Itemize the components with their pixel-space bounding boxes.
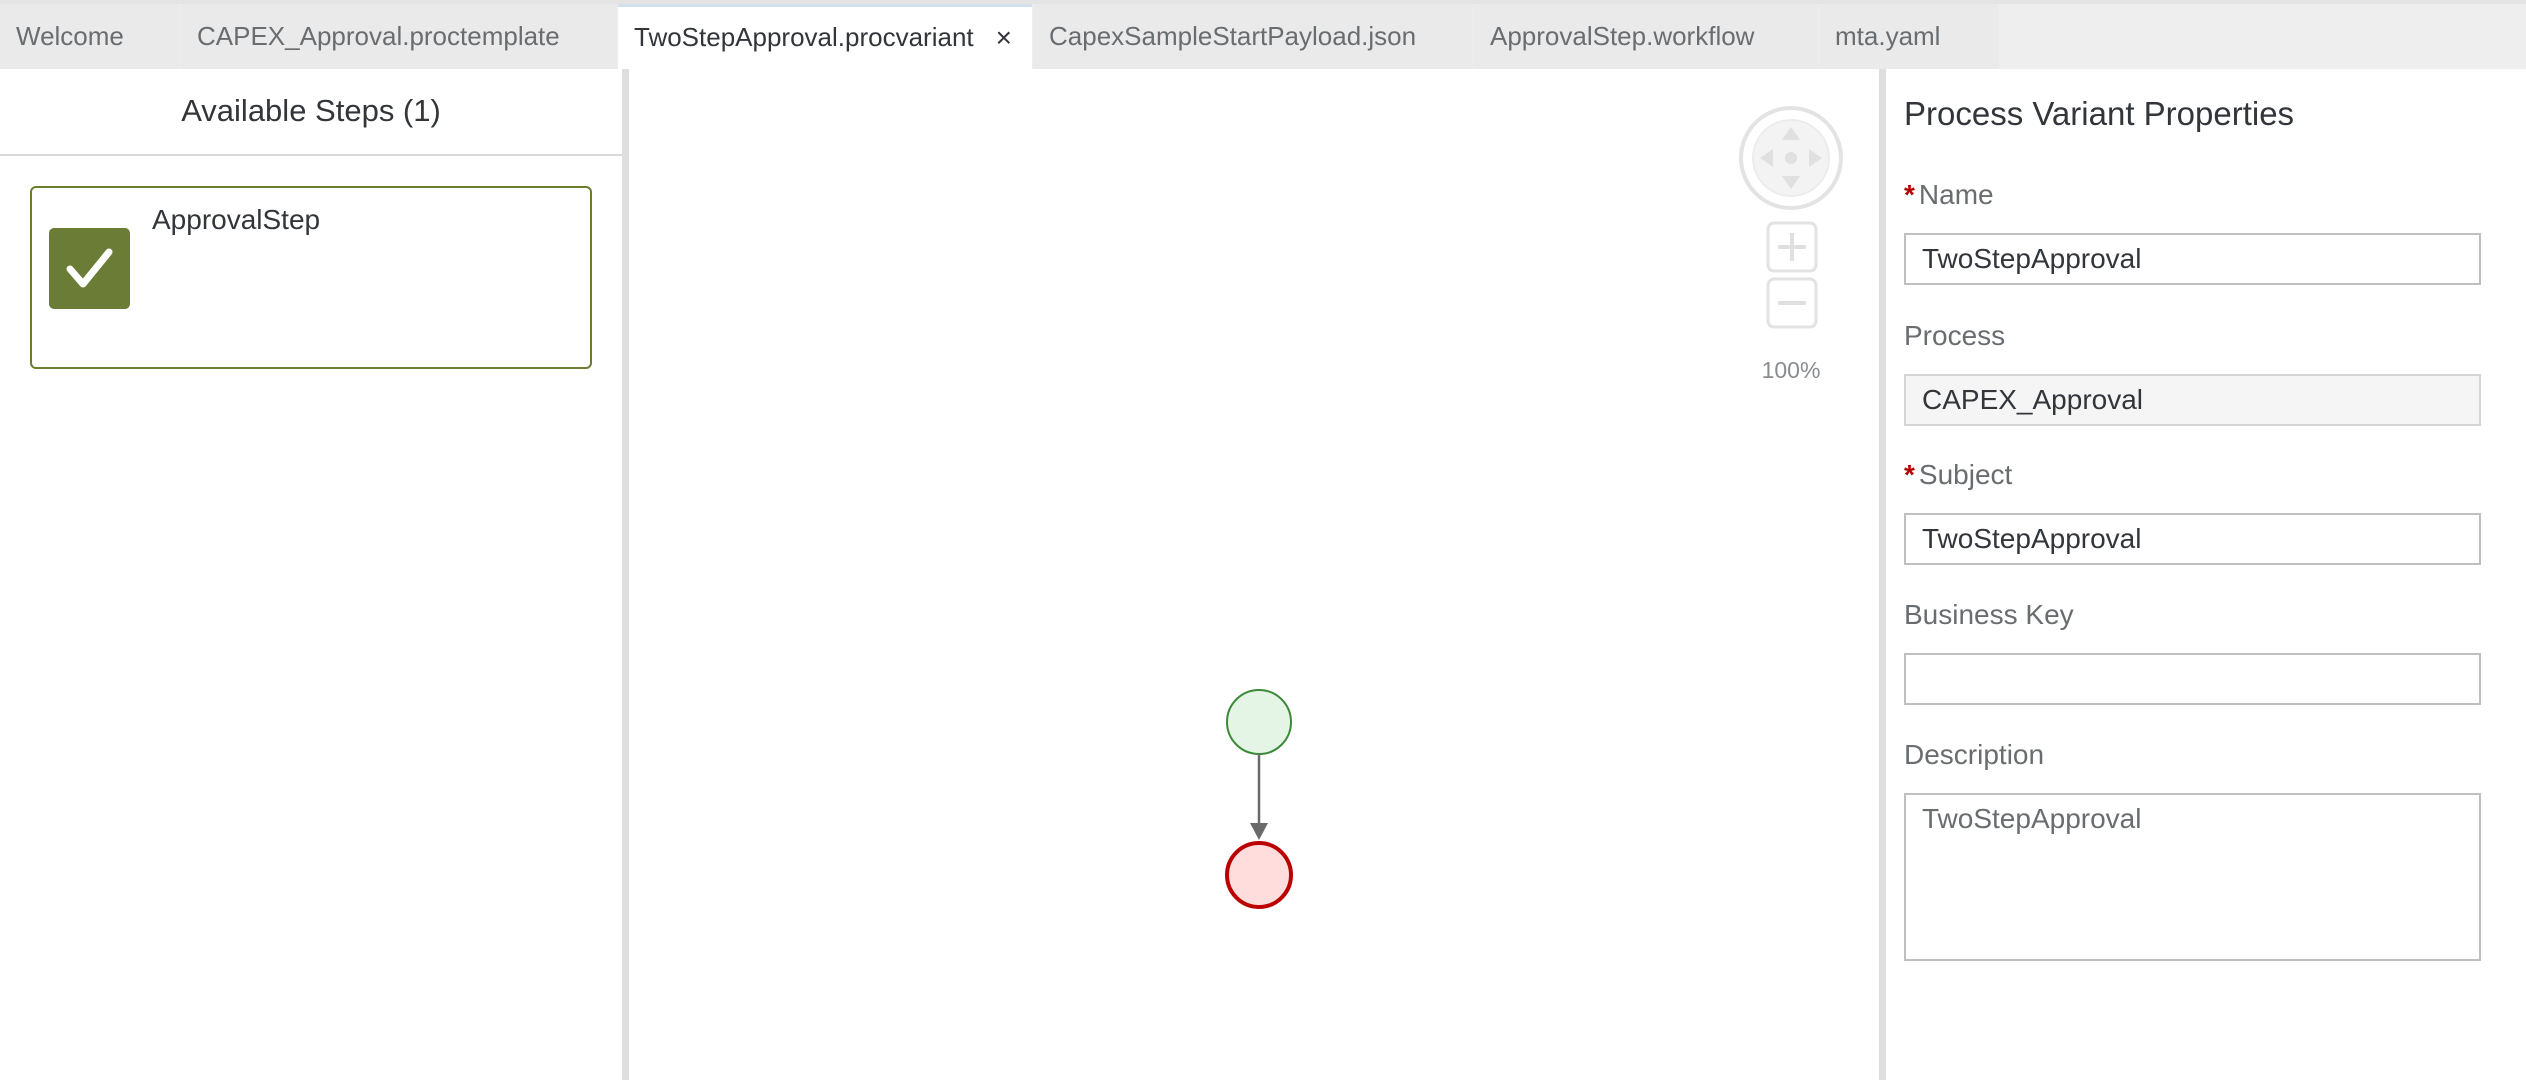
zoom-level-label: 100% bbox=[1761, 357, 1821, 383]
checkmark-icon bbox=[49, 228, 130, 309]
pan-navigation-control[interactable] bbox=[1738, 105, 1844, 211]
start-event[interactable] bbox=[1226, 689, 1292, 755]
process-flow bbox=[1219, 687, 1299, 927]
description-field[interactable]: TwoStepApproval bbox=[1904, 793, 2481, 961]
right-panel-splitter[interactable] bbox=[1879, 69, 1886, 1080]
sequence-flow-arrow[interactable] bbox=[1250, 754, 1268, 840]
tab-capex-approval-proctemplate[interactable]: CAPEX_Approval.proctemplate bbox=[181, 4, 617, 69]
description-label: Description bbox=[1904, 739, 2045, 770]
subject-label: * Subject bbox=[1904, 459, 2013, 490]
tab-capexsamplestartpayload-json[interactable]: CapexSampleStartPayload.json bbox=[1033, 4, 1473, 69]
business-key-label: Business Key bbox=[1904, 599, 2074, 630]
properties-title: Process Variant Properties bbox=[1904, 95, 2295, 132]
name-label: * Name bbox=[1904, 179, 1994, 210]
required-marker: * bbox=[1904, 179, 1915, 210]
tab-mta-yaml[interactable]: mta.yaml bbox=[1819, 4, 1999, 69]
end-event[interactable] bbox=[1225, 841, 1293, 909]
available-steps-title: Available Steps (1) bbox=[0, 69, 622, 156]
available-steps-panel: Available Steps (1) ApprovalStep bbox=[0, 69, 622, 1080]
business-key-field[interactable] bbox=[1904, 653, 2481, 705]
name-field[interactable] bbox=[1904, 233, 2481, 285]
step-card-approvalstep[interactable]: ApprovalStep bbox=[30, 186, 592, 369]
tab-approvalstep-workflow[interactable]: ApprovalStep.workflow bbox=[1474, 4, 1818, 69]
tab-welcome[interactable]: Welcome bbox=[0, 4, 180, 69]
process-canvas[interactable]: 100% bbox=[629, 69, 1879, 1080]
process-label: Process bbox=[1904, 320, 2006, 351]
close-tab-icon[interactable]: × bbox=[996, 7, 1012, 68]
required-marker: * bbox=[1904, 459, 1915, 490]
left-panel-splitter[interactable] bbox=[622, 69, 629, 1080]
subject-field[interactable] bbox=[1904, 513, 2481, 565]
tab-label: TwoStepApproval.procvariant bbox=[634, 22, 974, 52]
zoom-out-button[interactable] bbox=[1766, 277, 1818, 329]
step-label: ApprovalStep bbox=[152, 204, 321, 235]
editor-tab-bar: Welcome CAPEX_Approval.proctemplate TwoS… bbox=[0, 0, 2526, 69]
process-variant-properties-panel: Process Variant Properties *Name Process… bbox=[1886, 69, 2526, 1080]
process-field bbox=[1904, 374, 2481, 426]
tab-twostepapproval-procvariant[interactable]: TwoStepApproval.procvariant × bbox=[618, 4, 1032, 69]
zoom-in-button[interactable] bbox=[1766, 221, 1818, 273]
